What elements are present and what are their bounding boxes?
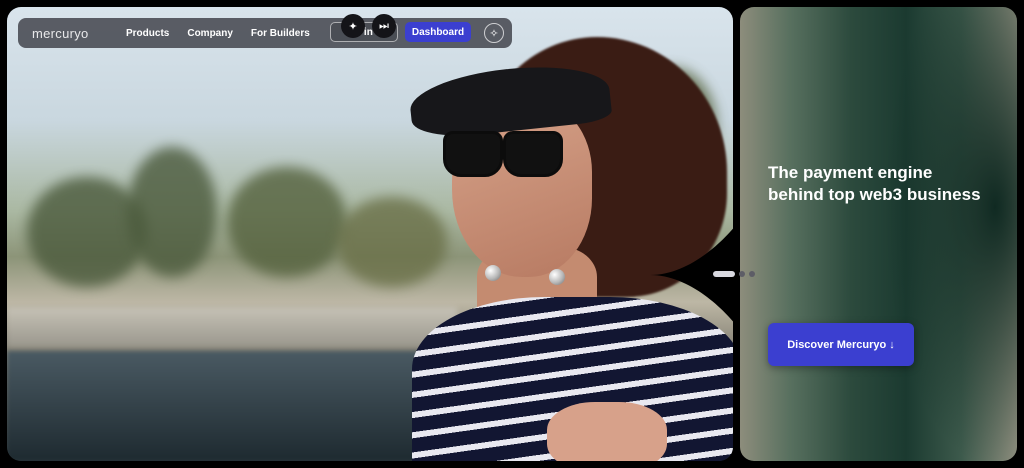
background-tree <box>127 147 217 277</box>
carousel-dot[interactable] <box>739 271 745 277</box>
sunglasses-lens <box>443 131 503 177</box>
nav-products[interactable]: Products <box>126 28 169 39</box>
carousel-dot[interactable] <box>749 271 755 277</box>
hero-image-panel <box>7 7 733 461</box>
top-navbar: mercuryo Products Company For Builders L… <box>18 14 512 48</box>
sunglasses-lens <box>503 131 563 177</box>
carousel-dot-active[interactable] <box>713 271 735 277</box>
dashboard-button[interactable]: Dashboard <box>405 22 471 42</box>
sparkles-icon[interactable]: ✦ <box>341 14 365 38</box>
water <box>7 351 427 461</box>
hero-photo <box>7 7 733 461</box>
earring <box>549 269 565 285</box>
hero-headline: The payment engine behind top web3 busin… <box>768 163 981 204</box>
earring <box>485 265 501 281</box>
hero-text-panel: The payment engine behind top web3 busin… <box>740 7 1017 461</box>
background-tree <box>227 167 347 277</box>
skip-next-icon[interactable]: ⏭ <box>372 14 396 38</box>
nav-company[interactable]: Company <box>187 28 233 39</box>
sunglasses <box>443 131 568 177</box>
pier-deck <box>7 307 457 347</box>
sparkle-star-icon[interactable]: ✧ <box>484 23 504 43</box>
carousel-indicators <box>713 271 755 277</box>
person-hand <box>547 402 667 461</box>
nav-for-builders[interactable]: For Builders <box>251 28 310 39</box>
background-tree <box>337 197 447 287</box>
mercuryo-logo[interactable]: mercuryo <box>32 26 126 41</box>
discover-mercuryo-button[interactable]: Discover Mercuryo ↓ <box>768 323 914 366</box>
